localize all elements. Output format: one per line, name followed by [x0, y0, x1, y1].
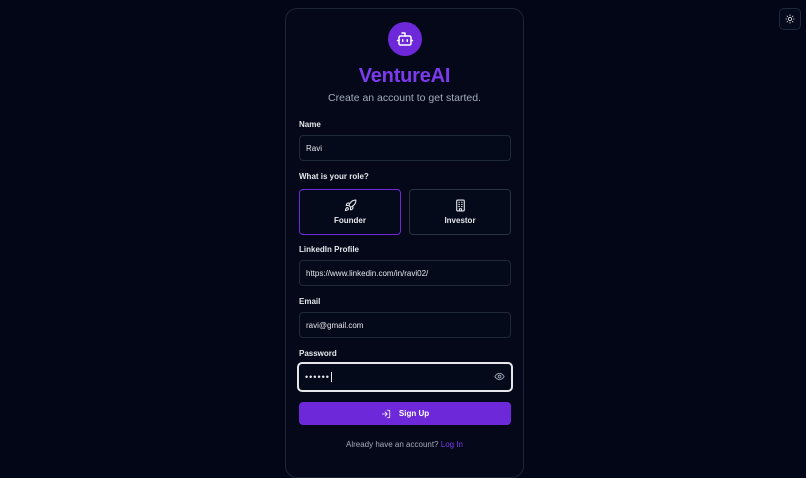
- signup-card: VentureAI Create an account to get start…: [285, 8, 524, 478]
- sign-up-label: Sign Up: [398, 409, 430, 418]
- linkedin-input[interactable]: https://www.linkedin.com/in/ravi02/: [299, 260, 511, 286]
- eye-icon: [494, 372, 505, 381]
- email-value: ravi@gmail.com: [306, 320, 364, 330]
- password-value: ••••••: [305, 372, 330, 382]
- login-prompt-text: Already have an account?: [346, 440, 439, 449]
- password-input[interactable]: ••••••: [297, 362, 513, 392]
- linkedin-label: LinkedIn Profile: [299, 245, 360, 254]
- name-input[interactable]: Ravi: [299, 135, 511, 161]
- name-value: Ravi: [306, 143, 323, 153]
- role-option-investor[interactable]: Investor: [409, 189, 511, 235]
- theme-toggle-button[interactable]: [779, 8, 801, 30]
- logo-badge: [388, 22, 422, 56]
- role-option-founder-label: Founder: [334, 216, 366, 225]
- email-label: Email: [299, 297, 321, 306]
- password-label: Password: [299, 349, 337, 358]
- name-label: Name: [299, 120, 321, 129]
- sign-up-button[interactable]: Sign Up: [299, 402, 511, 425]
- rocket-icon: [344, 199, 356, 212]
- robot-icon: [396, 32, 414, 46]
- login-prompt: Already have an account? Log In: [286, 440, 523, 449]
- building-icon: [455, 199, 465, 212]
- page-subtitle: Create an account to get started.: [328, 92, 481, 104]
- text-caret: [330, 372, 332, 382]
- role-label: What is your role?: [299, 172, 369, 181]
- role-option-investor-label: Investor: [444, 216, 476, 225]
- show-password-toggle[interactable]: [494, 371, 505, 384]
- sun-icon: [785, 14, 795, 24]
- brand-title: VentureAI: [358, 65, 451, 87]
- log-in-icon: [381, 409, 391, 418]
- log-in-link[interactable]: Log In: [441, 440, 463, 449]
- role-option-founder[interactable]: Founder: [299, 189, 401, 235]
- email-input[interactable]: ravi@gmail.com: [299, 312, 511, 338]
- linkedin-value: https://www.linkedin.com/in/ravi02/: [306, 268, 429, 278]
